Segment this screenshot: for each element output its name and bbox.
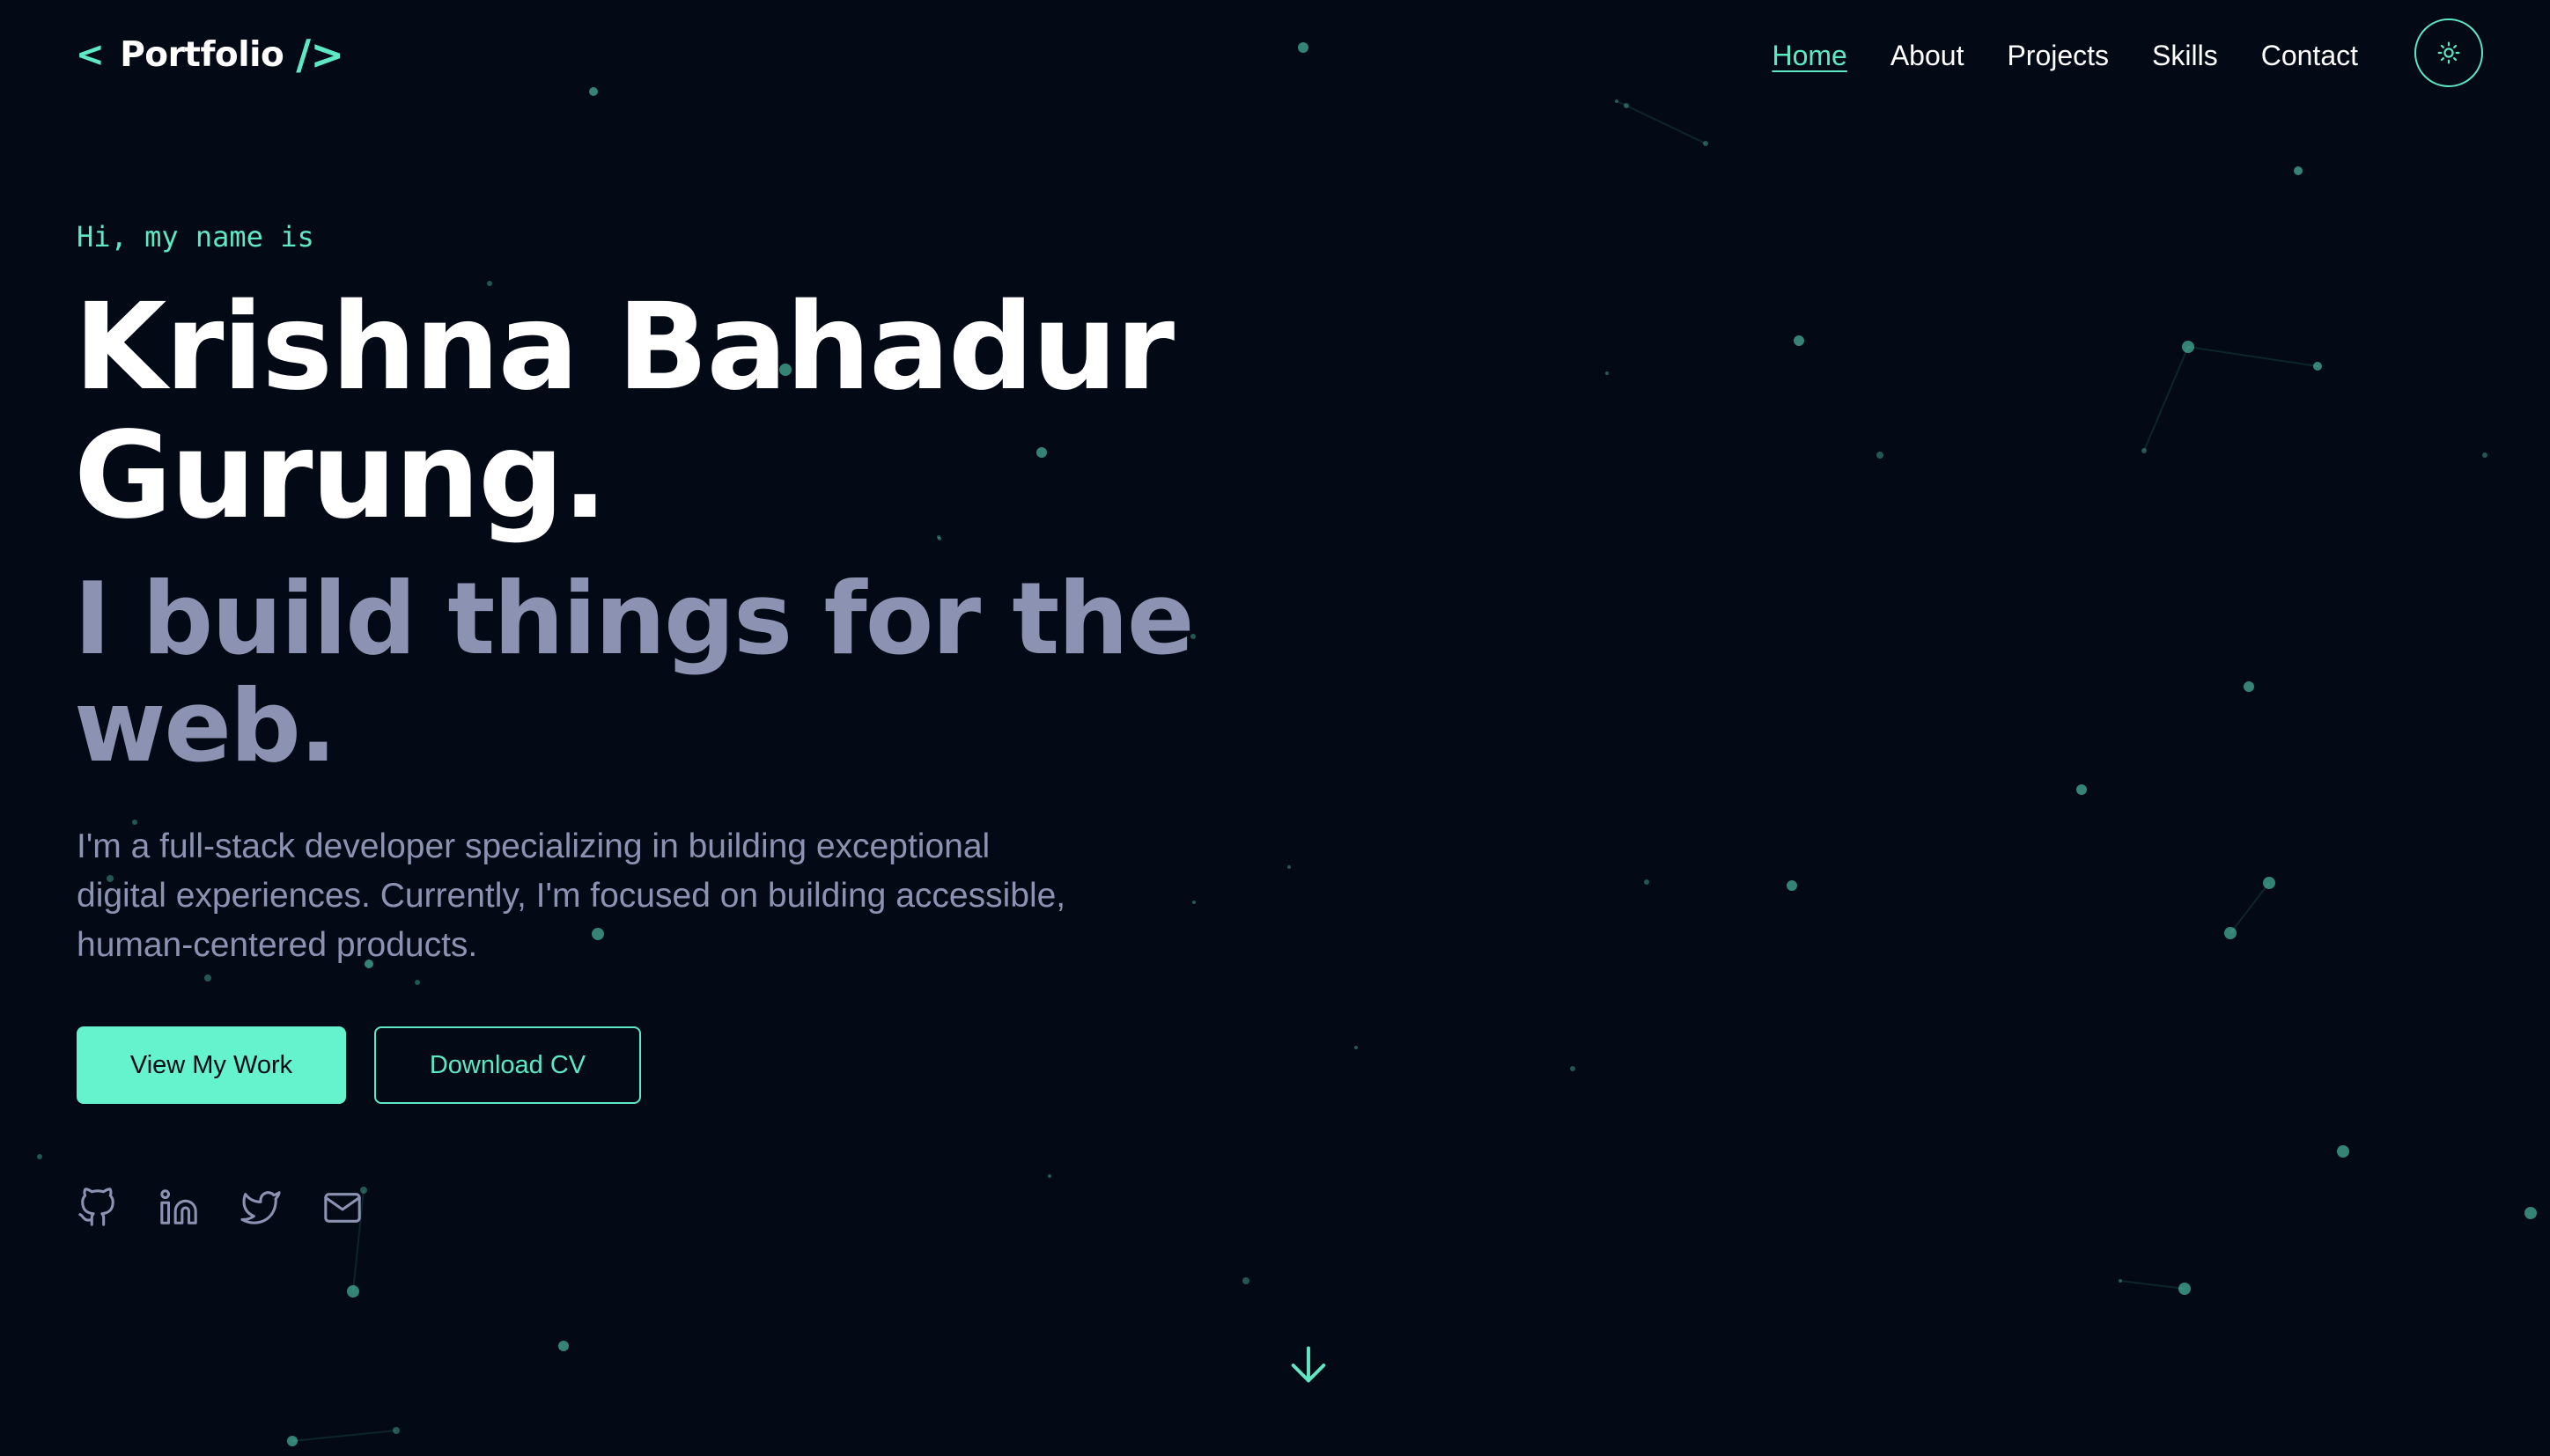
scroll-down-button[interactable] (1286, 1342, 1331, 1388)
particle-dot (1787, 880, 1797, 891)
particle-dot (1354, 1046, 1358, 1049)
particle-dot (1287, 865, 1291, 869)
particle-dot (1876, 452, 1883, 459)
particle-dot (1570, 1066, 1575, 1071)
particle-dot (393, 1427, 400, 1434)
particle-link (2143, 346, 2189, 452)
particle-dot (2244, 681, 2254, 692)
email-link[interactable] (321, 1187, 364, 1229)
particle-dot (2263, 877, 2275, 889)
particle-link (291, 1430, 397, 1442)
particle-dot (1644, 879, 1649, 885)
hero-name-line2: Gurung. (74, 407, 608, 546)
hero-greeting: Hi, my name is (77, 220, 314, 254)
particle-dot (2141, 448, 2147, 453)
hero-tagline-line2: web. (74, 668, 337, 784)
logo-text: Portfolio (120, 34, 284, 75)
github-link[interactable] (76, 1187, 118, 1229)
particle-dot (1605, 371, 1609, 375)
particle-dot (558, 1341, 569, 1351)
particle-dot (2182, 341, 2194, 353)
particle-dot (1703, 141, 1708, 146)
linkedin-link[interactable] (158, 1187, 200, 1229)
particle-dot (347, 1285, 359, 1298)
particle-dot (589, 87, 598, 96)
twitter-link[interactable] (240, 1187, 282, 1229)
particle-dot (2119, 1279, 2122, 1283)
particle-dot (2313, 362, 2322, 371)
hero-description-line3: human-centered products. (77, 926, 478, 964)
nav-contact[interactable]: Contact (2261, 40, 2358, 72)
logo-right-bracket: /> (296, 31, 344, 78)
nav-projects[interactable]: Projects (2007, 40, 2109, 72)
particle-dot (1615, 99, 1618, 103)
nav-about[interactable]: About (1890, 40, 1964, 72)
site-logo[interactable]: < Portfolio /> (76, 30, 344, 79)
particle-dot (37, 1154, 42, 1159)
main-nav: Home About Projects Skills Contact (1772, 33, 2358, 77)
particle-dot (2224, 927, 2237, 939)
particle-dot (1048, 1174, 1051, 1178)
particle-dot (1624, 103, 1629, 108)
particle-dot (1192, 901, 1196, 904)
particle-link (2119, 1280, 2185, 1290)
linkedin-icon (160, 1189, 197, 1224)
particle-dot (287, 1436, 298, 1446)
particle-dot (1298, 42, 1308, 53)
particle-link (2229, 882, 2270, 934)
logo-left-bracket: < (76, 34, 105, 75)
github-icon (78, 1188, 114, 1226)
hero-description-line1: I'm a full-stack developer specializing … (77, 827, 991, 865)
download-cv-button[interactable]: Download CV (374, 1026, 641, 1104)
particle-dot (204, 974, 211, 982)
hero-description-line2: digital experiences. Currently, I'm focu… (77, 877, 1066, 915)
particle-dot (2294, 166, 2303, 175)
theme-toggle-button[interactable] (2414, 18, 2483, 87)
view-my-work-button[interactable]: View My Work (77, 1026, 346, 1104)
particle-dot (2178, 1283, 2191, 1295)
nav-home[interactable]: Home (1772, 40, 1846, 72)
hero-tagline: I build things for the web. (74, 565, 1307, 780)
particle-dot (1794, 335, 1804, 346)
sun-icon (2437, 41, 2460, 64)
hero-name-line1: Krishna Bahadur (74, 278, 1175, 417)
arrow-down-icon (1291, 1346, 1326, 1383)
hero-description: I'm a full-stack developer specializing … (77, 822, 1177, 970)
hero-tagline-line1: I build things for the (74, 561, 1195, 677)
particle-dot (2482, 452, 2487, 458)
particle-link (2187, 346, 2318, 367)
particle-dot (2524, 1207, 2537, 1219)
social-links (76, 1187, 364, 1229)
hero-name: Krishna Bahadur Gurung. (74, 283, 1307, 540)
particle-dot (1242, 1277, 1249, 1284)
particle-dot (415, 980, 420, 985)
particle-link (1625, 105, 1706, 144)
mail-icon (324, 1193, 361, 1223)
particle-dot (2337, 1145, 2349, 1158)
particle-dot (2076, 784, 2087, 795)
nav-skills[interactable]: Skills (2152, 40, 2218, 72)
twitter-icon (240, 1191, 281, 1224)
